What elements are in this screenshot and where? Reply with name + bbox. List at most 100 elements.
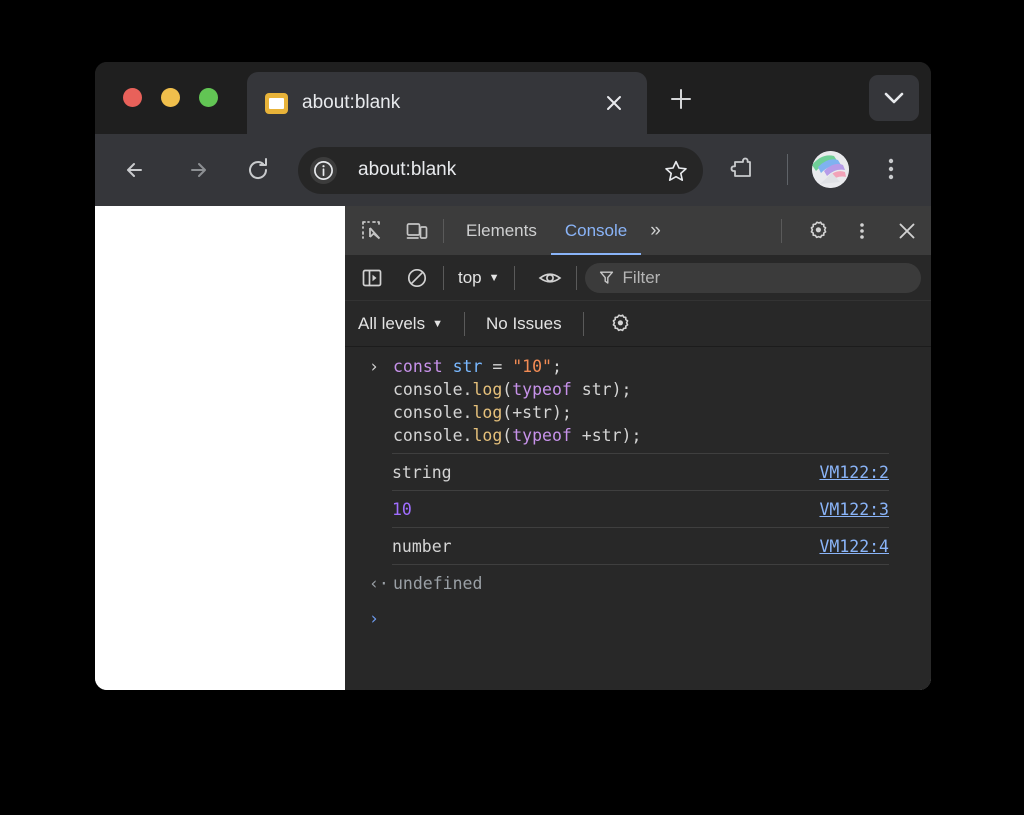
address-bar-url: about:blank <box>358 159 457 180</box>
console-message-source-link[interactable]: VM122:2 <box>819 463 889 482</box>
extensions-icon[interactable] <box>727 154 757 184</box>
browser-menu-icon[interactable] <box>878 152 904 186</box>
execution-context-label: top <box>458 267 482 287</box>
window-controls <box>123 88 218 107</box>
levels-divider-2 <box>582 311 584 336</box>
new-tab-button[interactable] <box>667 85 695 113</box>
levels-divider <box>463 311 465 336</box>
console-result-arrow-icon: ‹· <box>369 573 389 593</box>
devtools-more-options-icon[interactable] <box>844 214 880 248</box>
window-maximize-button[interactable] <box>199 88 218 107</box>
devtools-tabbar: Elements Console » <box>345 206 931 255</box>
console-filter-input[interactable]: Filter <box>584 262 921 293</box>
console-code-line: console.log(+str); <box>345 401 931 424</box>
filter-funnel-icon <box>599 270 614 285</box>
console-result-value: undefined <box>393 573 483 593</box>
devtools-panel: Elements Console » top ▼ Filter All leve… <box>345 206 931 690</box>
code-token: log <box>472 426 503 445</box>
inspect-element-icon[interactable] <box>354 214 390 248</box>
code-token: str <box>452 357 483 376</box>
devtools-tab-console[interactable]: Console <box>551 206 641 255</box>
code-token: ; <box>551 357 562 376</box>
profile-avatar[interactable] <box>812 151 849 188</box>
console-result-row: ‹· undefined <box>345 565 931 601</box>
toolbar-divider <box>787 154 788 185</box>
devtools-tab-elements[interactable]: Elements <box>452 206 551 255</box>
console-code-line: console.log(typeof +str); <box>345 424 931 447</box>
console-toolbar: top ▼ Filter <box>345 255 931 301</box>
code-token: log <box>472 380 503 399</box>
content-area: Elements Console » top ▼ Filter All leve… <box>95 206 931 690</box>
console-levels-toolbar: All levels ▼ No Issues <box>345 301 931 347</box>
clear-console-icon[interactable] <box>399 261 435 295</box>
code-token: console. <box>393 426 473 445</box>
console-toolbar-divider <box>443 265 444 290</box>
browser-tab-about-blank[interactable]: about:blank <box>247 72 647 134</box>
chevron-down-icon: ▼ <box>488 271 500 284</box>
console-settings-gear-icon[interactable] <box>601 307 637 341</box>
console-input-code: const str = "10"; console.log(typeof str)… <box>345 355 931 447</box>
tab-close-icon[interactable] <box>601 90 627 116</box>
console-message-list[interactable]: › const str = "10"; console.log(typeof st… <box>345 347 931 690</box>
console-message-source-link[interactable]: VM122:3 <box>819 500 889 519</box>
console-prompt-chevron-icon: › <box>369 608 379 628</box>
reload-button[interactable] <box>242 154 274 186</box>
console-code-line: console.log(typeof str); <box>345 378 931 401</box>
console-message-row: number VM122:4 <box>392 527 889 565</box>
chevron-down-icon: ▼ <box>432 317 443 330</box>
execution-context-selector[interactable]: top ▼ <box>452 268 506 288</box>
tab-search-button[interactable] <box>869 75 919 121</box>
console-code-line: const str = "10"; <box>345 355 931 378</box>
code-token: ( <box>502 380 513 399</box>
console-message-row: string VM122:2 <box>392 453 889 490</box>
site-info-icon[interactable] <box>310 157 337 184</box>
bookmark-star-icon[interactable] <box>663 158 689 184</box>
browser-window: about:blank about:blank Elements Console… <box>95 62 931 690</box>
issues-counter[interactable]: No Issues <box>473 314 575 334</box>
console-message-text: 10 <box>392 499 412 519</box>
code-token: "10" <box>512 357 552 376</box>
devtools-close-icon[interactable] <box>889 214 925 248</box>
device-toolbar-icon[interactable] <box>399 214 435 248</box>
code-token: (+str); <box>502 403 572 422</box>
tab-strip: about:blank <box>95 62 931 134</box>
code-token: console. <box>393 403 473 422</box>
console-input-chevron-icon: › <box>369 357 379 376</box>
code-token: const <box>393 357 453 376</box>
back-button[interactable] <box>120 154 152 186</box>
code-token: = <box>482 357 513 376</box>
issues-label: No Issues <box>485 313 562 333</box>
console-messages: string VM122:2 10 VM122:3 number VM122:4 <box>345 453 931 565</box>
console-message-row: 10 VM122:3 <box>392 490 889 527</box>
console-message-text: number <box>392 536 452 556</box>
console-message-text: string <box>392 462 452 482</box>
code-token: str); <box>571 380 632 399</box>
live-expression-eye-icon[interactable] <box>532 261 568 295</box>
navigation-toolbar: about:blank <box>95 134 931 206</box>
code-token: typeof <box>512 426 572 445</box>
tabbar-divider <box>443 218 444 243</box>
code-token: log <box>472 403 503 422</box>
show-console-sidebar-icon[interactable] <box>354 261 390 295</box>
forward-button[interactable] <box>182 154 214 186</box>
gear-icon[interactable] <box>799 214 835 248</box>
console-message-source-link[interactable]: VM122:4 <box>819 537 889 556</box>
code-token: +str); <box>571 426 642 445</box>
code-token: ( <box>502 426 513 445</box>
console-filter-placeholder: Filter <box>622 267 661 287</box>
console-executed-input: › const str = "10"; console.log(typeof st… <box>345 347 931 453</box>
log-levels-dropdown[interactable]: All levels ▼ <box>345 314 456 334</box>
code-token: typeof <box>512 380 572 399</box>
page-viewport <box>95 206 345 690</box>
console-toolbar-divider-2 <box>513 265 515 290</box>
log-levels-label: All levels <box>358 313 426 333</box>
tabbar-divider-right <box>781 218 782 243</box>
console-prompt[interactable]: › <box>345 601 931 635</box>
blank-page-favicon-icon <box>265 93 288 114</box>
devtools-tabbar-actions <box>773 206 925 255</box>
console-toolbar-divider-3 <box>575 265 577 290</box>
window-minimize-button[interactable] <box>161 88 180 107</box>
address-bar[interactable]: about:blank <box>298 147 703 194</box>
window-close-button[interactable] <box>123 88 142 107</box>
devtools-more-tabs-icon[interactable]: » <box>641 220 670 242</box>
